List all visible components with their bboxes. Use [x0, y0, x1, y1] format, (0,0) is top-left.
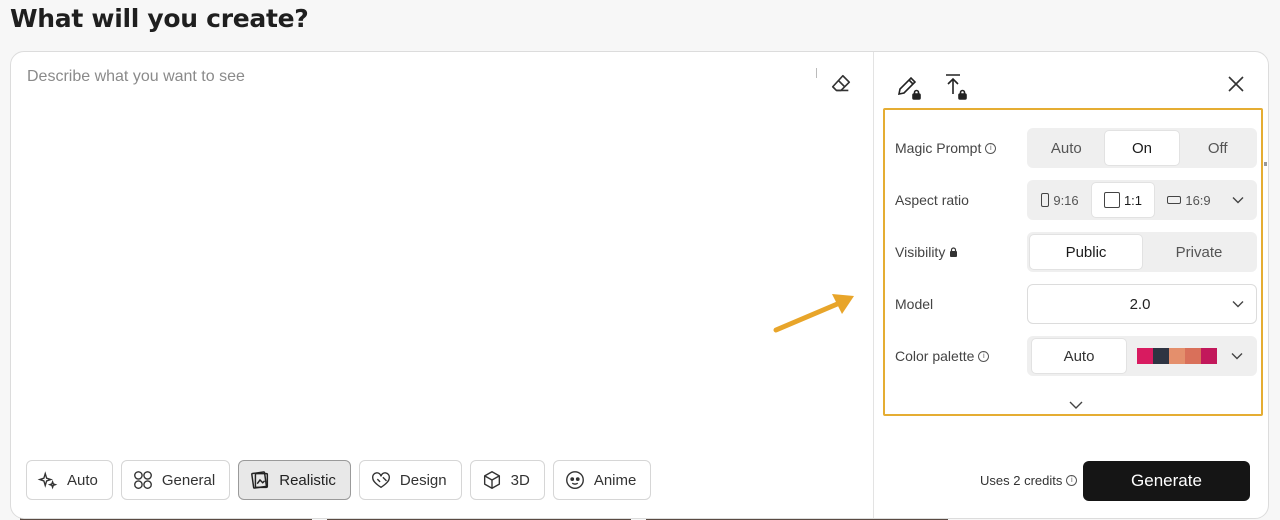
aspect-option-label: 16:9 — [1185, 192, 1211, 208]
style-label: Design — [399, 471, 447, 489]
style-realistic-button[interactable]: Realistic — [238, 460, 351, 500]
aspect-1-1-option[interactable]: 1:1 — [1091, 182, 1155, 218]
portrait-ratio-icon — [1041, 193, 1050, 207]
aspect-16-9-option[interactable]: 16:9 — [1155, 182, 1223, 218]
style-anime-button[interactable]: Anime — [552, 460, 652, 500]
palette-swatches[interactable] — [1137, 348, 1217, 364]
settings-panel: Magic Prompt i Auto On Off Aspect ratio — [873, 52, 1268, 518]
settings-highlight-box: Magic Prompt i Auto On Off Aspect ratio — [883, 108, 1263, 416]
expand-more-icon[interactable] — [1069, 400, 1083, 410]
color-palette-row: Color palette i Auto — [885, 336, 1261, 376]
upload-tool-button[interactable] — [942, 72, 972, 102]
photo-frames-icon — [251, 471, 269, 489]
grid-circles-icon — [133, 471, 152, 489]
chevron-down-icon — [1232, 197, 1244, 204]
design-icon — [371, 472, 390, 489]
magic-prompt-row: Magic Prompt i Auto On Off — [885, 128, 1261, 168]
credits-text: Uses 2 credits — [980, 473, 1063, 488]
lock-icon — [950, 247, 958, 257]
swatch — [1201, 348, 1217, 364]
visibility-segmented: Public Private — [1027, 232, 1257, 272]
info-icon[interactable]: i — [978, 350, 990, 362]
close-panel-button[interactable] — [1224, 72, 1248, 96]
prompt-area: Auto General Realistic Design — [11, 52, 873, 518]
aspect-ratio-label: Aspect ratio — [895, 192, 969, 208]
style-label: Realistic — [279, 471, 336, 489]
page-title: What will you create? — [10, 4, 309, 33]
model-label-wrap: Model — [895, 296, 933, 312]
generate-button[interactable]: Generate — [1083, 461, 1250, 501]
magic-prompt-label-wrap: Magic Prompt i — [895, 140, 997, 156]
style-design-button[interactable]: Design — [358, 460, 462, 500]
chevron-down-icon[interactable] — [1231, 352, 1243, 360]
model-row: Model 2.0 — [885, 284, 1261, 324]
visibility-label: Visibility — [895, 244, 946, 260]
palette-auto-option[interactable]: Auto — [1031, 338, 1127, 374]
style-label: Auto — [67, 471, 98, 489]
visibility-label-wrap: Visibility — [895, 244, 958, 260]
style-label: Anime — [593, 471, 637, 489]
magic-prompt-on-option[interactable]: On — [1103, 130, 1181, 166]
eraser-icon — [831, 74, 851, 92]
create-card: Auto General Realistic Design — [10, 51, 1269, 519]
model-select[interactable]: 2.0 — [1027, 284, 1257, 324]
visibility-public-option[interactable]: Public — [1029, 234, 1143, 270]
swatch — [1185, 348, 1201, 364]
model-label: Model — [895, 296, 934, 312]
swatch — [1169, 348, 1185, 364]
swatch — [1153, 348, 1169, 364]
chevron-down-icon — [1232, 301, 1244, 308]
prompt-input[interactable] — [25, 66, 809, 410]
square-ratio-icon — [1103, 192, 1120, 208]
info-icon[interactable]: i — [1066, 475, 1078, 486]
aspect-option-label: 9:16 — [1053, 192, 1079, 208]
aspect-ratio-segmented: 9:16 1:1 16:9 — [1027, 180, 1257, 220]
aspect-9-16-option[interactable]: 9:16 — [1029, 182, 1091, 218]
annotation-arrow-icon — [773, 294, 854, 333]
style-label: 3D — [510, 471, 530, 489]
credits-info: Uses 2 credits i — [980, 473, 1078, 488]
face-icon — [565, 471, 584, 489]
pencil-locked-icon — [897, 76, 921, 100]
style-label: General — [161, 471, 216, 489]
panel-tools — [894, 72, 972, 102]
color-palette-label: Color palette — [895, 348, 975, 364]
swatch — [1137, 348, 1153, 364]
edit-tool-button[interactable] — [894, 72, 924, 102]
style-3d-button[interactable]: 3D — [469, 460, 545, 500]
upload-locked-icon — [946, 74, 967, 100]
clear-prompt-button[interactable] — [827, 70, 855, 98]
color-palette-label-wrap: Color palette i — [895, 348, 990, 364]
aspect-ratio-row: Aspect ratio 9:16 1:1 16:9 — [885, 180, 1261, 220]
style-general-button[interactable]: General — [120, 460, 231, 500]
scroll-indicator — [1264, 162, 1267, 166]
magic-prompt-label: Magic Prompt — [895, 140, 982, 156]
aspect-ratio-dropdown[interactable] — [1223, 182, 1253, 218]
cube-icon — [483, 471, 500, 489]
magic-prompt-off-option[interactable]: Off — [1180, 130, 1255, 166]
landscape-ratio-icon — [1167, 196, 1182, 204]
model-value: 2.0 — [1129, 295, 1151, 313]
color-palette-control: Auto — [1027, 336, 1257, 376]
close-icon — [1228, 76, 1244, 92]
caret-mark — [816, 68, 817, 78]
aspect-option-label: 1:1 — [1123, 192, 1143, 208]
magic-prompt-auto-option[interactable]: Auto — [1029, 130, 1104, 166]
visibility-private-option[interactable]: Private — [1143, 234, 1255, 270]
sparkle-icon — [37, 471, 58, 490]
visibility-row: Visibility Public Private — [885, 232, 1261, 272]
info-icon[interactable]: i — [985, 142, 997, 154]
aspect-ratio-label-wrap: Aspect ratio — [895, 192, 969, 208]
magic-prompt-segmented: Auto On Off — [1027, 128, 1257, 168]
style-selector: Auto General Realistic Design 3D Anime — [26, 460, 652, 500]
style-auto-button[interactable]: Auto — [26, 460, 113, 500]
